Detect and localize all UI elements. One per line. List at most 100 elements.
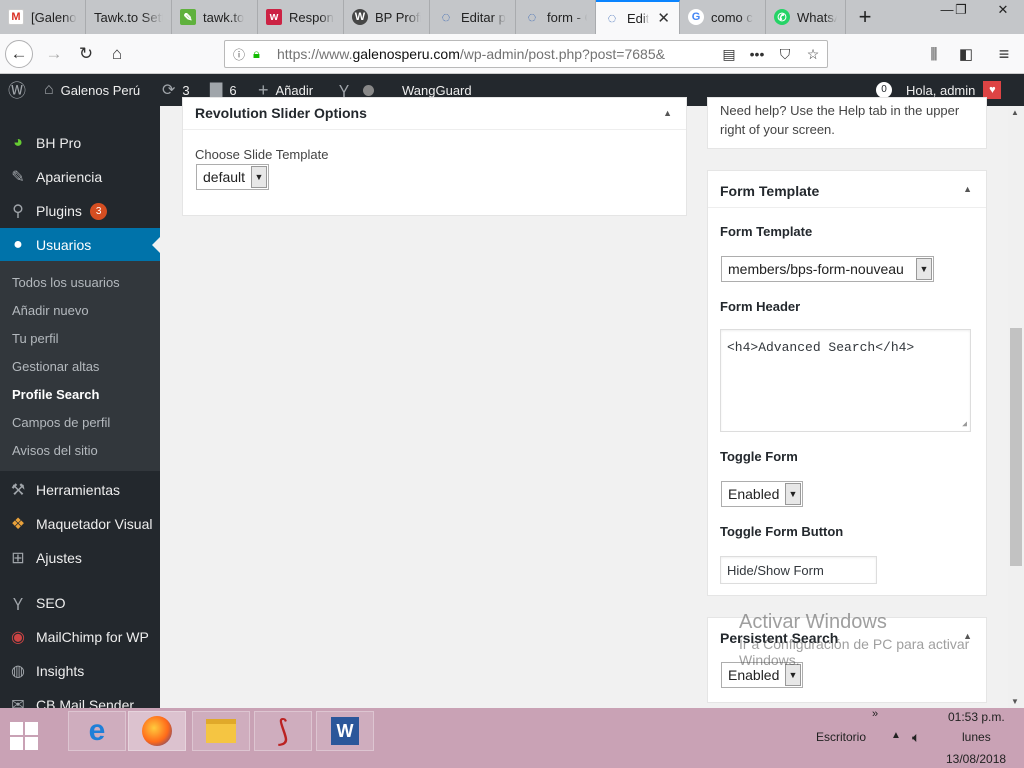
help-text: Need help? Use the Help tab in the upper… [720, 101, 959, 139]
form-template-select[interactable]: members/bps-form-nouveau ▼ [721, 256, 934, 282]
home-button[interactable]: ⌂ [103, 40, 131, 68]
show-more-icon[interactable]: » [872, 708, 878, 720]
url-bar[interactable]: ⓘ 🔒︎ https://www.galenosperu.com/wp-admi… [224, 40, 828, 68]
form-header-textarea[interactable]: <h4>Advanced Search</h4> ◢ [720, 329, 971, 432]
revolution-slider-metabox: Revolution Slider Options ▲ Choose Slide… [182, 97, 687, 216]
help-text-line: right of your screen. [720, 122, 835, 137]
tab-wufoo[interactable]: w Respon [258, 0, 344, 34]
update-badge: 3 [89, 202, 108, 220]
forward-button[interactable]: → [40, 40, 68, 68]
taskbar-filezilla[interactable]: ⟆ [254, 711, 312, 751]
url-text[interactable]: https://www.galenosperu.com/wp-admin/pos… [277, 46, 715, 62]
menu-apariencia[interactable]: ✎ Apariencia [0, 160, 160, 194]
menu-ajustes[interactable]: ⊞ Ajustes [0, 541, 160, 575]
toggle-panel-icon[interactable]: ▲ [663, 108, 672, 118]
new-tab-button[interactable]: + [852, 4, 878, 30]
chevron-down-icon: ▼ [916, 258, 932, 280]
help-box: Need help? Use the Help tab in the upper… [707, 97, 987, 149]
pocket-icon[interactable]: ⛉ [771, 46, 799, 63]
clock-day[interactable]: lunes [962, 730, 991, 744]
menu-mailchimp[interactable]: ◉ MailChimp for WP [0, 620, 160, 654]
tab-label: como c [711, 9, 753, 25]
menu-bh-pro[interactable]: ◕ BH Pro [0, 126, 160, 160]
scroll-up-icon[interactable]: ▲ [1011, 108, 1019, 117]
menu-usuarios[interactable]: ● Usuarios [0, 228, 160, 262]
submenu-profile-search[interactable]: Profile Search [12, 387, 99, 402]
chevron-down-icon: ▼ [251, 166, 267, 188]
scroll-thumb[interactable] [1010, 328, 1022, 566]
menu-button[interactable]: ≡ [990, 40, 1018, 68]
wordpress-icon: W [352, 9, 368, 25]
browser-tab-bar: M [Galeno Tawk.to Sett ✎ tawk.to w Respo… [0, 0, 1024, 34]
toggle-panel-icon[interactable]: ▲ [963, 184, 972, 194]
back-button[interactable]: ← [5, 40, 33, 68]
submenu-tu-perfil[interactable]: Tu perfil [12, 331, 58, 346]
toggle-form-button-input[interactable]: Hide/Show Form [720, 556, 877, 584]
taskbar-ie[interactable]: e [68, 711, 126, 751]
reader-view-icon[interactable]: ▤ [715, 46, 743, 63]
form-header-label: Form Header [720, 299, 801, 314]
page-actions-icon[interactable]: ••• [743, 46, 771, 62]
input-value: Hide/Show Form [727, 562, 824, 578]
menu-herramientas[interactable]: ⚒ Herramientas [0, 473, 160, 507]
tab-google[interactable]: G como c [680, 0, 766, 34]
windows-logo-pane [25, 722, 38, 735]
notifications-count[interactable]: 0 [876, 82, 892, 98]
divider [183, 129, 686, 130]
tab-bp-profile[interactable]: W BP Profi [344, 0, 430, 34]
loading-icon: ◌ [607, 9, 617, 27]
bh-pro-icon: ◕ [13, 134, 23, 151]
close-tab-icon[interactable]: ✕ [657, 9, 670, 27]
start-button[interactable] [10, 722, 38, 750]
submenu-campos-perfil[interactable]: Campos de perfil [12, 415, 110, 430]
resize-handle-icon[interactable]: ◢ [962, 419, 967, 429]
submenu-anadir-nuevo[interactable]: Añadir nuevo [12, 303, 89, 318]
toggle-panel-icon[interactable]: ▲ [963, 631, 972, 641]
taskbar-explorer[interactable] [192, 711, 250, 751]
tab-form[interactable]: ◌ form - C [516, 0, 596, 34]
tab-editar[interactable]: ◌ Editar p [430, 0, 516, 34]
menu-plugins[interactable]: ⚲ Plugins 3 [0, 194, 160, 228]
submenu-todos-usuarios[interactable]: Todos los usuarios [12, 275, 120, 290]
wp-logo-button[interactable]: Ⓦ [8, 74, 33, 106]
tab-tawk[interactable]: ✎ tawk.to [172, 0, 258, 34]
taskbar-firefox[interactable] [128, 711, 186, 751]
bookmark-star-icon[interactable]: ☆ [799, 46, 827, 63]
menu-label: SEO [36, 595, 66, 611]
menu-cb-mail-sender[interactable]: ✉ CB Mail Sender [0, 688, 160, 708]
tab-edit-active[interactable]: ◌ Edit ✕ [596, 0, 680, 34]
tray-arrow-icon[interactable]: ▲ [891, 730, 901, 741]
toggle-form-select[interactable]: Enabled ▼ [721, 481, 803, 507]
sidebar-toggle-button[interactable]: ◧ [952, 40, 980, 68]
menu-insights[interactable]: ◍ Insights [0, 654, 160, 688]
scroll-down-icon[interactable]: ▼ [1011, 697, 1019, 706]
close-window-button[interactable]: ✕ [988, 0, 1018, 22]
tab-tawk-settings[interactable]: Tawk.to Sett [86, 0, 172, 34]
menu-maquetador-visual[interactable]: ❖ Maquetador Visual [0, 507, 160, 541]
tab-whatsapp[interactable]: ✆ WhatsA [766, 0, 846, 34]
chevron-down-icon: ▼ [785, 664, 801, 686]
clock-time[interactable]: 01:53 p.m. [948, 710, 1005, 724]
arrow-left-icon: ← [10, 44, 28, 63]
submenu-gestionar-altas[interactable]: Gestionar altas [12, 359, 99, 374]
tab-label: tawk.to [203, 9, 245, 25]
volume-icon[interactable]: 🔈︎ [912, 729, 920, 746]
taskbar-word[interactable]: W [316, 711, 374, 751]
persistent-search-select[interactable]: Enabled ▼ [721, 662, 803, 688]
menu-seo[interactable]: Ｙ SEO [0, 586, 160, 620]
site-name-link[interactable]: ⌂ Galenos Perú [44, 74, 140, 106]
submenu-avisos-sitio[interactable]: Avisos del sitio [12, 443, 98, 458]
tab-gmail[interactable]: M [Galeno [0, 0, 86, 34]
reload-button[interactable]: ↻ [72, 40, 100, 68]
page-scrollbar[interactable]: ▲ ▼ [1008, 106, 1024, 708]
clock-date[interactable]: 13/08/2018 [946, 752, 1006, 766]
desktop-toolbar-label[interactable]: Escritorio [816, 730, 866, 744]
slide-template-select[interactable]: default ▼ [196, 164, 269, 190]
metabox-title: Revolution Slider Options [195, 105, 367, 121]
restore-button[interactable]: ❐ [946, 0, 976, 22]
info-icon[interactable]: ⓘ [233, 46, 253, 63]
library-icon: ⫼ [930, 45, 938, 63]
plugin-icon: ⚲ [12, 203, 24, 220]
library-button[interactable]: ⫼ [920, 40, 948, 68]
paintbrush-icon: ✎ [11, 169, 25, 186]
